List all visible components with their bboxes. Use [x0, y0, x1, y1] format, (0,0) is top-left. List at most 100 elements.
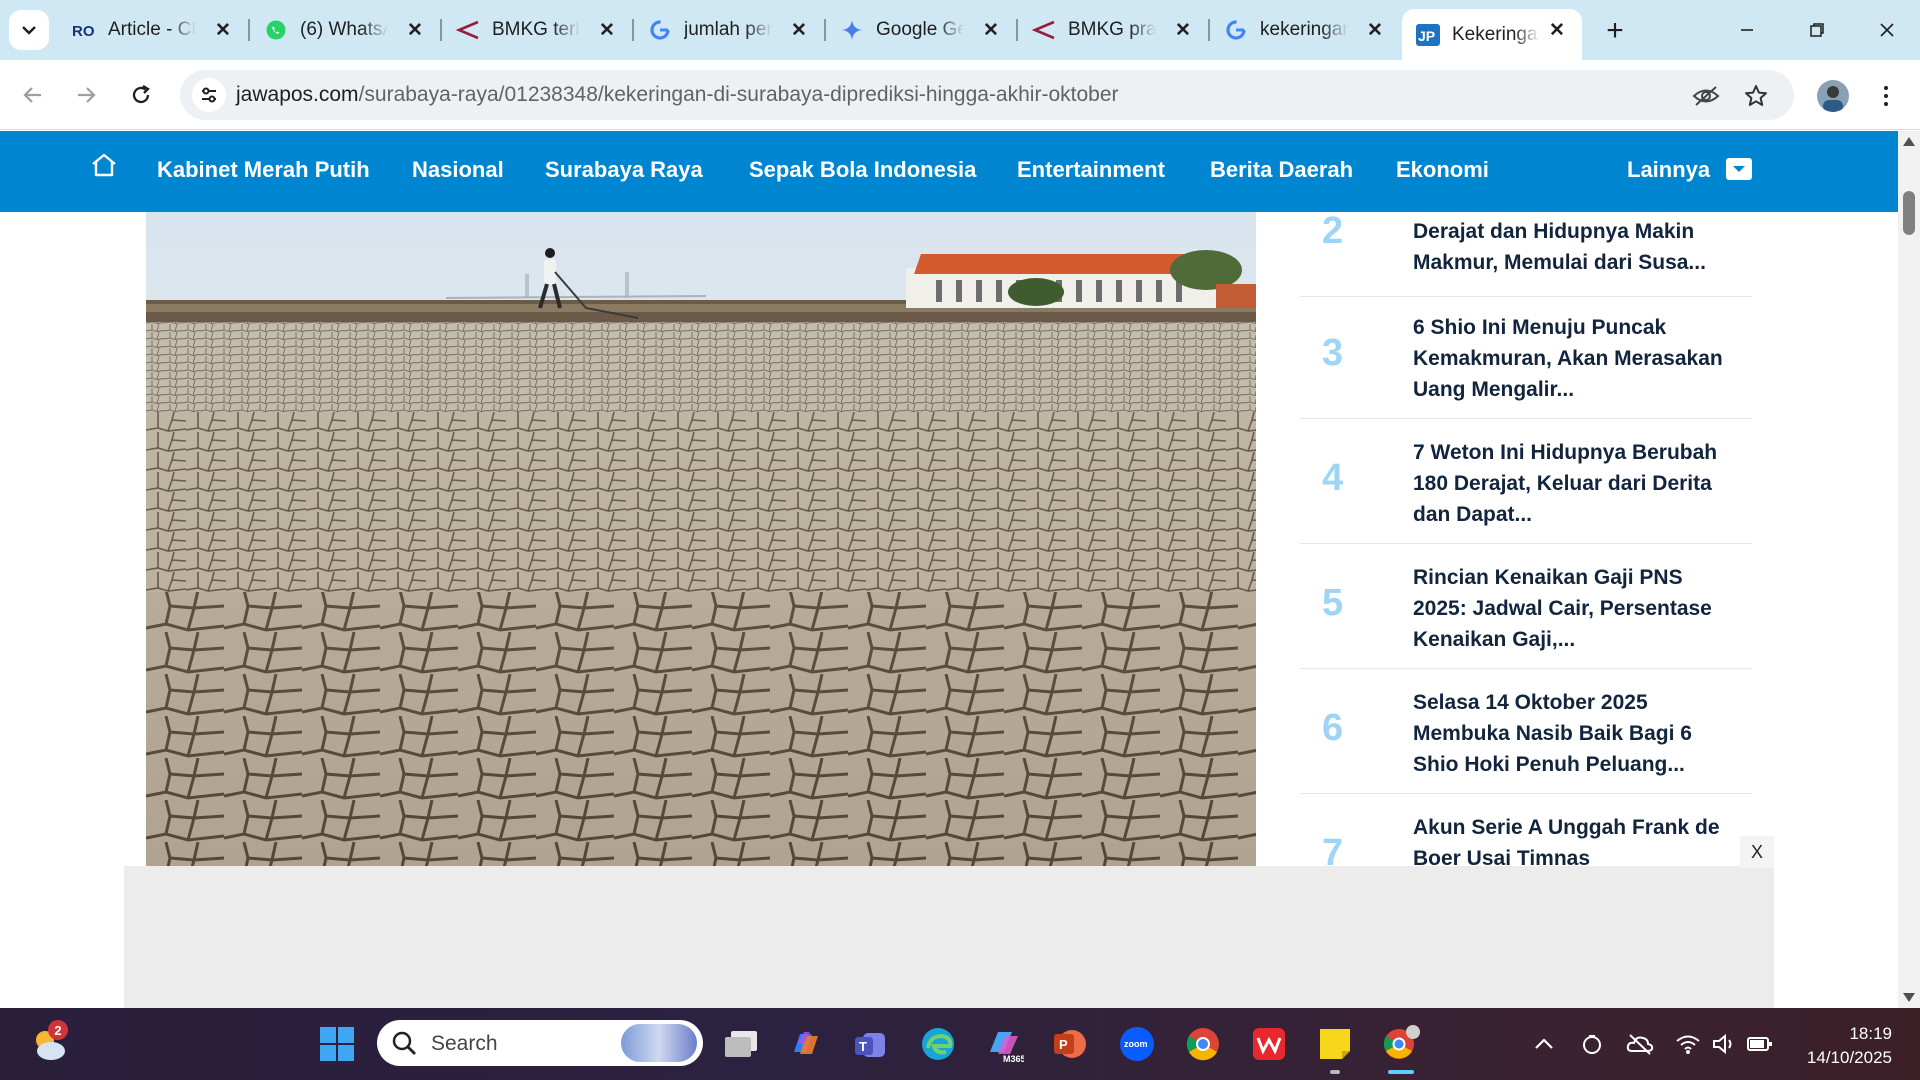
start-icon[interactable] [316, 1023, 358, 1065]
windows-taskbar: 2 Search T M365 P zoom 18:19 14/10/2025 [0, 1008, 1920, 1080]
nav-berita-daerah[interactable]: Berita Daerah [1210, 157, 1353, 183]
google-icon [1224, 18, 1248, 42]
edge-icon[interactable] [917, 1023, 959, 1065]
weather-badge: 2 [48, 1020, 68, 1040]
taskbar-clock[interactable]: 18:19 14/10/2025 [1780, 1022, 1892, 1070]
tab-bmkg-prakiraan[interactable]: BMKG prakiraan ✕ [1018, 9, 1210, 51]
taskbar-search[interactable]: Search [377, 1020, 703, 1066]
scroll-up-arrow-icon[interactable] [1903, 137, 1915, 146]
tab-whatsapp[interactable]: (6) WhatsApp ✕ [250, 9, 442, 51]
sticky-notes-icon[interactable] [1314, 1023, 1356, 1065]
popular-item[interactable]: 6 Selasa 14 Oktober 2025 Membuka Nasib B… [1300, 669, 1752, 794]
nav-nasional[interactable]: Nasional [412, 157, 504, 183]
page-scrollbar[interactable] [1898, 131, 1920, 1008]
site-navigation: Kabinet Merah Putih Nasional Surabaya Ra… [0, 131, 1898, 212]
nav-sepak-bola-indonesia[interactable]: Sepak Bola Indonesia [749, 157, 976, 183]
profile-avatar[interactable] [1817, 80, 1849, 112]
svg-text:JP: JP [1418, 28, 1435, 44]
copilot-icon[interactable] [785, 1023, 827, 1065]
search-placeholder: Search [431, 1032, 498, 1055]
ro-icon: RO [72, 18, 96, 42]
tab-google-kekeringan[interactable]: kekeringan ✕ [1210, 9, 1400, 51]
tab-title: Google Gemini [876, 19, 964, 40]
popular-item[interactable]: 2 Derajat dan Hidupnya Makin Makmur, Mem… [1300, 212, 1752, 297]
popular-item[interactable]: 4 7 Weton Ini Hidupnya Berubah 180 Deraj… [1300, 419, 1752, 544]
search-highlight-image [621, 1024, 697, 1062]
reload-button[interactable] [122, 76, 160, 114]
wps-icon[interactable] [1248, 1023, 1290, 1065]
tab-article[interactable]: RO Article - CN ✕ [58, 9, 250, 51]
close-icon[interactable]: ✕ [596, 19, 618, 41]
nav-kabinet-merah-putih[interactable]: Kabinet Merah Putih [157, 157, 370, 183]
tab-title: jumlah penduduk [684, 19, 772, 40]
nav-lainnya[interactable]: Lainnya [1627, 157, 1710, 183]
popular-title[interactable]: Selasa 14 Oktober 2025 Membuka Nasib Bai… [1413, 687, 1738, 780]
sync-icon[interactable] [1578, 1030, 1606, 1058]
task-view-icon[interactable] [720, 1023, 762, 1065]
tab-jawapos-active[interactable]: JP Kekeringan di Surabaya ✕ [1402, 9, 1582, 60]
tracking-protection-icon[interactable] [1692, 82, 1720, 110]
close-icon[interactable]: ✕ [212, 19, 234, 41]
tab-search-button[interactable] [9, 10, 49, 50]
back-button[interactable] [14, 76, 52, 114]
hero-image-dry-cracked-ground [146, 212, 1256, 866]
chevron-up-icon[interactable] [1530, 1030, 1558, 1058]
minimize-button[interactable] [1722, 10, 1772, 50]
close-icon[interactable]: ✕ [1172, 19, 1194, 41]
chrome-icon[interactable] [1182, 1023, 1224, 1065]
cloud-offline-icon[interactable] [1626, 1030, 1654, 1058]
bookmark-star-icon[interactable] [1742, 82, 1770, 110]
chrome-profile-icon[interactable] [1380, 1023, 1422, 1065]
gemini-icon [840, 18, 864, 42]
tab-google-jumlah[interactable]: jumlah penduduk ✕ [634, 9, 826, 51]
teams-icon[interactable]: T [850, 1023, 892, 1065]
ad-close-button[interactable]: X [1740, 836, 1774, 868]
restore-button[interactable] [1792, 10, 1842, 50]
address-bar[interactable]: jawapos.com/surabaya-raya/01238348/keker… [180, 70, 1794, 120]
url-text[interactable]: jawapos.com/surabaya-raya/01238348/keker… [236, 83, 1119, 107]
back-arrow-icon [23, 87, 41, 103]
nav-surabaya-raya[interactable]: Surabaya Raya [545, 157, 703, 183]
scroll-down-arrow-icon[interactable] [1903, 993, 1915, 1002]
tab-gemini[interactable]: Google Gemini ✕ [826, 9, 1018, 51]
popular-title[interactable]: Derajat dan Hidupnya Makin Makmur, Memul… [1413, 216, 1738, 278]
close-icon[interactable]: ✕ [1546, 19, 1568, 41]
close-icon[interactable]: ✕ [404, 19, 426, 41]
volume-icon[interactable] [1710, 1030, 1738, 1058]
browser-toolbar: jawapos.com/surabaya-raya/01238348/keker… [0, 60, 1920, 130]
close-icon[interactable]: ✕ [980, 19, 1002, 41]
popular-title[interactable]: Akun Serie A Unggah Frank de Boer Usai T… [1413, 812, 1738, 874]
forward-arrow-icon [78, 87, 96, 103]
scrollbar-thumb[interactable] [1903, 191, 1915, 235]
nav-ekonomi[interactable]: Ekonomi [1396, 157, 1489, 183]
browser-menu-icon[interactable] [1874, 78, 1898, 114]
new-tab-button[interactable]: + [1598, 14, 1632, 48]
popular-rank: 4 [1322, 457, 1344, 499]
popular-rank: 2 [1322, 212, 1344, 252]
popular-item[interactable]: 3 6 Shio Ini Menuju Puncak Kemakmuran, A… [1300, 294, 1752, 419]
popular-title[interactable]: 7 Weton Ini Hidupnya Berubah 180 Derajat… [1413, 437, 1738, 530]
nav-entertainment[interactable]: Entertainment [1017, 157, 1165, 183]
battery-icon[interactable] [1746, 1030, 1774, 1058]
close-icon[interactable]: ✕ [788, 19, 810, 41]
caret-down-icon[interactable] [1726, 158, 1752, 180]
popular-title[interactable]: 6 Shio Ini Menuju Puncak Kemakmuran, Aka… [1413, 312, 1738, 405]
home-icon[interactable] [90, 151, 122, 183]
jawapos-icon: JP [1416, 23, 1440, 47]
zoom-icon[interactable]: zoom [1116, 1023, 1158, 1065]
m365-icon[interactable]: M365 [983, 1023, 1025, 1065]
close-icon[interactable]: ✕ [1364, 19, 1386, 41]
tab-bmkg-terbaru[interactable]: BMKG terbaru ✕ [442, 9, 634, 51]
powerpoint-icon[interactable]: P [1049, 1023, 1091, 1065]
popular-item[interactable]: 5 Rincian Kenaikan Gaji PNS 2025: Jadwal… [1300, 544, 1752, 669]
active-indicator [1388, 1070, 1414, 1074]
site-settings-icon[interactable] [192, 78, 226, 112]
tab-title: Article - CN [108, 19, 196, 40]
close-window-button[interactable] [1862, 10, 1912, 50]
popular-title[interactable]: Rincian Kenaikan Gaji PNS 2025: Jadwal C… [1413, 562, 1738, 655]
popular-rank: 6 [1322, 707, 1344, 749]
wifi-icon[interactable] [1674, 1030, 1702, 1058]
forward-button[interactable] [67, 76, 105, 114]
ad-banner[interactable] [124, 866, 1774, 1008]
running-indicator [1330, 1070, 1340, 1074]
